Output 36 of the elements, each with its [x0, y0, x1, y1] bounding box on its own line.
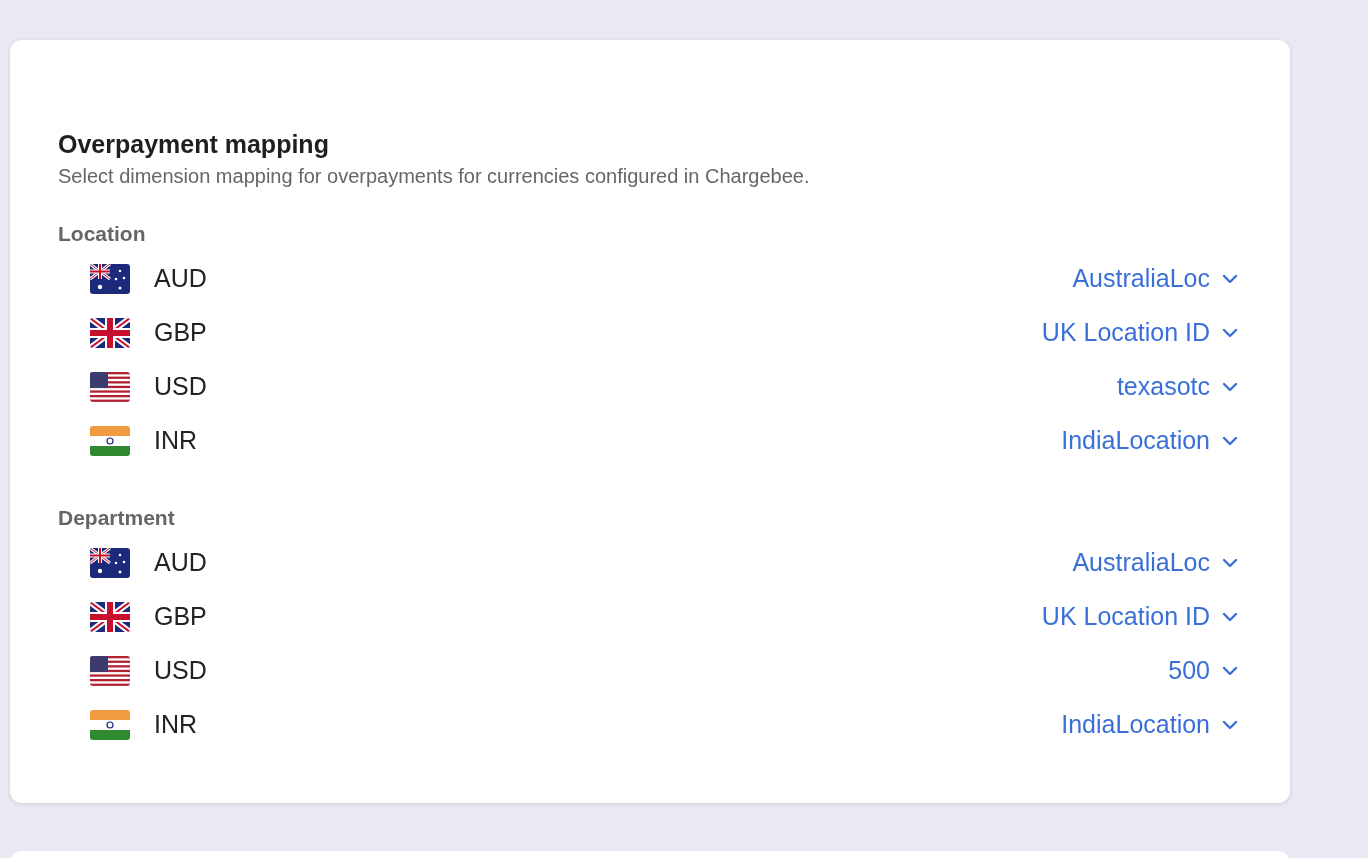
chevron-down-icon [1222, 612, 1238, 622]
currency-code: GBP [154, 601, 207, 633]
chevron-down-icon [1222, 274, 1238, 284]
mapping-dropdown[interactable]: AustraliaLoc [1072, 260, 1238, 298]
mapping-dropdown[interactable]: IndiaLocation [1061, 706, 1238, 744]
currency-code: INR [154, 425, 198, 457]
currency-code: AUD [154, 547, 207, 579]
mapping-dropdown[interactable]: AustraliaLoc [1072, 544, 1238, 582]
chevron-down-icon [1222, 666, 1238, 676]
british-flag-icon [90, 602, 130, 632]
card-description: Select dimension mapping for overpayments for currencies configured in Chargebee. [58, 164, 811, 189]
american-flag-icon [90, 372, 130, 402]
mapping-dropdown[interactable]: UK Location ID [1041, 598, 1238, 636]
australian-flag-icon [90, 548, 130, 578]
indian-flag-icon [90, 426, 130, 456]
chevron-down-icon [1222, 382, 1238, 392]
australian-flag-icon [90, 264, 130, 294]
card-title: Overpayment mapping [58, 129, 330, 160]
currency-code: USD [154, 655, 207, 687]
mapping-dropdown[interactable]: texasotc [1116, 368, 1238, 406]
mapping-dropdown[interactable]: 500 [1168, 652, 1238, 690]
section-label: Location [58, 221, 147, 247]
currency-code: AUD [154, 263, 207, 295]
chevron-down-icon [1222, 720, 1238, 730]
mapping-dropdown[interactable]: IndiaLocation [1061, 422, 1238, 460]
mapping-dropdown[interactable]: UK Location ID [1041, 314, 1238, 352]
chevron-down-icon [1222, 436, 1238, 446]
chevron-down-icon [1222, 328, 1238, 338]
currency-code: USD [154, 371, 207, 403]
currency-code: GBP [154, 317, 207, 349]
section-label: Department [58, 505, 176, 531]
american-flag-icon [90, 656, 130, 686]
chevron-down-icon [1222, 558, 1238, 568]
british-flag-icon [90, 318, 130, 348]
currency-code: INR [154, 709, 198, 741]
indian-flag-icon [90, 710, 130, 740]
